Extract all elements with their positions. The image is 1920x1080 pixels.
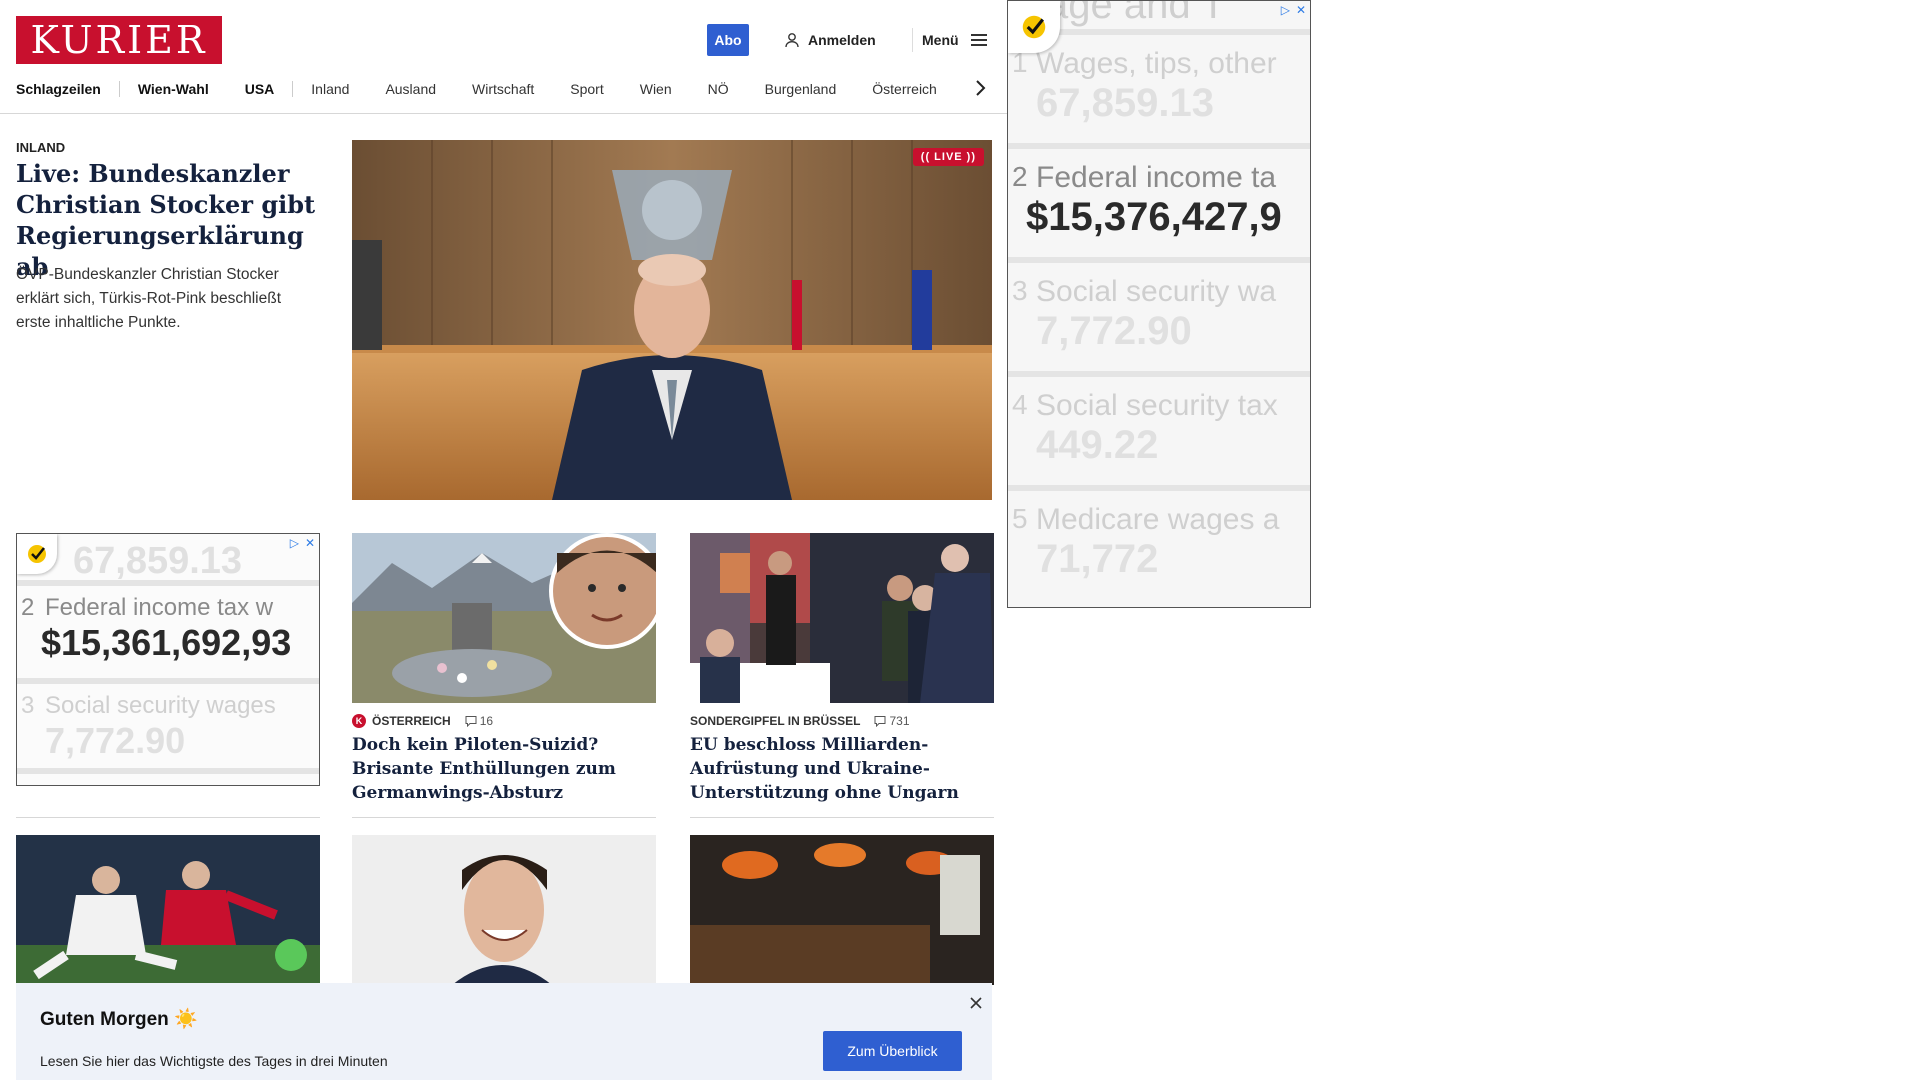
section-nav: Schlagzeilen Wien-Wahl USA Inland Auslan… [16,78,973,100]
header-divider [912,28,913,52]
menu-label: Menü [922,32,959,48]
card-image[interactable] [352,533,656,703]
card-image[interactable] [690,533,994,703]
kurier-logo[interactable]: KURIER [16,16,222,64]
login-label: Anmelden [808,32,876,48]
abo-button[interactable]: Abo [707,24,749,56]
ad-row: 3 Social security wa 7,772.90 [1008,263,1310,377]
ad-row: 2 Federal income ta $15,376,427,9 [1008,149,1310,263]
card-headline[interactable]: EU beschloss Milliarden-Aufrüstung und U… [690,733,994,805]
card-headline[interactable]: Doch kein Piloten-Suizid? Brisante Enthü… [352,733,656,805]
morning-briefing-banner: Guten Morgen ☀️ Lesen Sie hier das Wicht… [16,983,992,1080]
nav-item-usa[interactable]: USA [245,81,275,97]
card-category[interactable]: SONDERGIPFEL IN BRÜSSEL [690,714,860,728]
ad-brand-icon [17,534,57,574]
user-icon [785,33,799,48]
lead-image[interactable]: (( LIVE )) [352,140,992,500]
ad-row: 4 Social security tax 449.22 [1008,377,1310,491]
card-divider [16,817,320,818]
ad-choices[interactable]: ▷ ✕ [1281,3,1306,17]
nav-divider [0,113,1008,114]
nav-item-sport[interactable]: Sport [570,81,603,97]
ad-row: 67,859.13 [17,534,319,586]
nav-item-inland[interactable]: Inland [311,81,349,97]
close-icon[interactable] [968,995,984,1011]
card-meta: K ÖSTERREICH 16 [352,713,493,729]
card-image[interactable] [690,835,994,985]
ad-row: 3 Social security wages 7,772.90 [17,684,319,774]
football-photo [16,835,320,985]
comment-icon [874,716,886,727]
nav-separator [292,81,294,97]
portrait-photo [352,835,656,985]
kurier-plus-icon: K [352,714,366,728]
ad-choices[interactable]: ▷ ✕ [290,536,315,550]
card-meta: SONDERGIPFEL IN BRÜSSEL 731 [690,713,910,729]
restaurant-photo [690,835,994,985]
card-divider [690,817,994,818]
ad-brand-icon [1008,1,1060,53]
crash-site-photo [352,533,656,703]
nav-separator [118,81,120,97]
comment-count[interactable]: 16 [465,714,493,728]
nav-item-ausland[interactable]: Ausland [385,81,436,97]
adchoices-icon[interactable]: ▷ [1281,3,1290,17]
lead-category[interactable]: INLAND [16,140,65,155]
card-image[interactable] [16,835,320,985]
live-badge: (( LIVE )) [912,148,984,166]
parliament-photo [352,140,992,500]
close-icon[interactable]: ✕ [1296,3,1306,17]
nav-item-wirtschaft[interactable]: Wirtschaft [472,81,534,97]
comment-count-value: 16 [479,714,494,728]
nav-item-wien[interactable]: Wien [640,81,672,97]
nav-item-wien-wahl[interactable]: Wien-Wahl [138,81,209,97]
overview-button[interactable]: Zum Überblick [823,1031,962,1071]
close-icon[interactable]: ✕ [305,536,315,550]
menu-button[interactable]: Menü [922,30,987,50]
ad-banner-right[interactable]: age and T 1 Wages, tips, other 67,859.13… [1007,0,1311,608]
ad-banner-left[interactable]: 67,859.13 2 Federal income tax w $15,361… [16,533,320,786]
nav-item-burgenland[interactable]: Burgenland [765,81,837,97]
comment-count[interactable]: 731 [874,714,910,728]
login-button[interactable]: Anmelden [784,30,876,50]
card-category[interactable]: ÖSTERREICH [372,714,451,728]
comment-count-value: 731 [889,714,910,728]
notice-text: Lesen Sie hier das Wichtigste des Tages … [40,1053,388,1069]
card-divider [352,817,656,818]
notice-title: Guten Morgen ☀️ [40,1009,198,1030]
card-image[interactable] [352,835,656,985]
ad-row: 2 Federal income tax w $15,361,692,93 [17,586,319,684]
comment-icon [465,716,477,727]
chevron-right-icon[interactable] [970,78,990,98]
summit-photo [690,533,994,703]
nav-item-oesterreich[interactable]: Österreich [872,81,937,97]
lead-teaser: ÖVP-Bundeskanzler Christian Stocker erkl… [16,266,282,331]
nav-item-schlagzeilen[interactable]: Schlagzeilen [16,81,101,97]
ad-row: 5 Medicare wages a 71,772 [1012,503,1280,581]
adchoices-icon[interactable]: ▷ [290,536,299,550]
ad-row: 1 Wages, tips, other 67,859.13 [1008,35,1310,149]
hamburger-icon [970,34,987,46]
nav-item-noe[interactable]: NÖ [708,81,729,97]
